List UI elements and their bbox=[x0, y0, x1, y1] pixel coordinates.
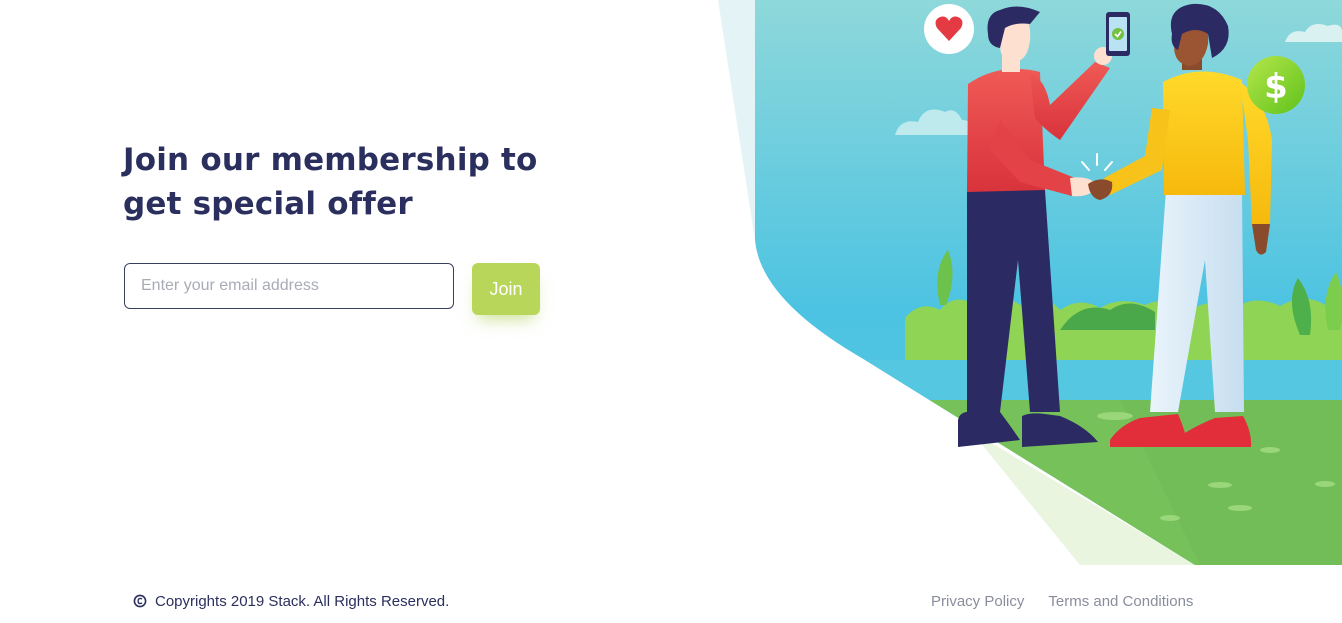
handshake-illustration: $ bbox=[700, 0, 1342, 565]
light-strip-top bbox=[718, 0, 755, 240]
river bbox=[755, 360, 1342, 400]
footer: Copyrights 2019 Stack. All Rights Reserv… bbox=[0, 593, 1342, 617]
grass-spot-2 bbox=[1260, 447, 1280, 453]
join-button[interactable]: Join bbox=[472, 263, 540, 315]
grass-spot-1 bbox=[1097, 412, 1133, 420]
privacy-policy-link[interactable]: Privacy Policy bbox=[931, 593, 1024, 610]
dollar-icon: $ bbox=[1247, 56, 1305, 114]
email-input[interactable] bbox=[124, 263, 454, 309]
illustration-svg: $ bbox=[718, 0, 1342, 565]
footer-links: Privacy Policy Terms and Conditions bbox=[931, 593, 1193, 610]
copyright-notice: Copyrights 2019 Stack. All Rights Reserv… bbox=[133, 593, 449, 610]
copyright-icon bbox=[133, 594, 147, 608]
terms-and-conditions-link[interactable]: Terms and Conditions bbox=[1048, 593, 1193, 610]
membership-section: Join our membership to get special offer… bbox=[123, 138, 563, 315]
grass-spot-5 bbox=[1160, 515, 1180, 521]
yellow-shirt bbox=[1163, 71, 1245, 195]
grass-spot-3 bbox=[1208, 482, 1232, 488]
heart-icon bbox=[924, 4, 974, 54]
dollar-symbol: $ bbox=[1264, 67, 1288, 107]
membership-heading: Join our membership to get special offer bbox=[123, 138, 563, 226]
grass-spot-4 bbox=[1315, 481, 1335, 487]
signup-form: Join bbox=[123, 263, 543, 315]
grass-spot-6 bbox=[1228, 505, 1252, 511]
copyright-text: Copyrights 2019 Stack. All Rights Reserv… bbox=[155, 593, 450, 610]
phone-check-icon bbox=[1106, 12, 1130, 56]
membership-heading-line1: Join our membership to bbox=[123, 142, 538, 178]
membership-heading-line2: get special offer bbox=[123, 186, 413, 222]
